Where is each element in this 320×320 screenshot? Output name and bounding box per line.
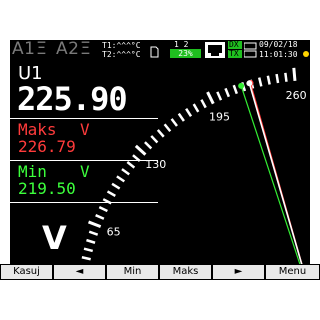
- divider-line: [10, 118, 158, 119]
- gauge-minor-tick: [232, 84, 238, 95]
- min-value: 219.50: [18, 179, 76, 198]
- max-unit: V: [80, 120, 90, 139]
- divider-line: [10, 160, 158, 161]
- gauge-minor-tick: [192, 103, 200, 113]
- gauge-minor-tick: [111, 182, 121, 190]
- gauge-minor-tick: [170, 118, 178, 127]
- gauge-minor-tick: [95, 214, 105, 220]
- battery-percent: 23%: [178, 49, 193, 58]
- gauge-minor-tick: [216, 91, 223, 101]
- gauge-minor-tick: [163, 123, 172, 133]
- power-indicator-icon: [303, 51, 309, 57]
- temperature-t1: T1:^^^°C: [102, 41, 141, 50]
- gauge-major-tick: [134, 144, 147, 156]
- previous-button[interactable]: ◄: [54, 265, 105, 279]
- gauge-tick-label: 65: [107, 226, 121, 239]
- gauge-minor-tick: [116, 175, 126, 183]
- min-unit: V: [80, 162, 90, 181]
- battery-indicator: 23%: [170, 49, 201, 58]
- gauge-minor-tick: [83, 247, 94, 253]
- gauge-minor-tick: [121, 168, 130, 176]
- gauge-minor-tick: [185, 108, 193, 117]
- status-bar: A1 Ξ A2 Ξ T1:^^^°C T2:^^^°C 1 2 23% DX T…: [10, 40, 310, 60]
- gauge-minor-tick: [275, 73, 280, 84]
- gauge-major-tick: [87, 220, 102, 229]
- gauge-major-tick: [206, 91, 215, 105]
- gauge-minor-tick: [126, 161, 136, 169]
- gauge-minor-tick: [81, 256, 91, 261]
- value-needle-tip: [246, 80, 253, 87]
- softkey-bar: Kasuj ◄ Min Maks ► Menu: [0, 264, 320, 280]
- channel-a1-sine-icon: Ξ: [36, 40, 48, 59]
- temperature-t2: T2:^^^°C: [102, 50, 141, 59]
- gauge-scale-labels: 065130195260: [107, 89, 307, 239]
- gauge-tick-label: 195: [209, 110, 230, 123]
- time-display: 11:01:30: [259, 50, 298, 59]
- gauge-major-tick: [292, 67, 297, 82]
- max-needle: [249, 82, 303, 265]
- next-button[interactable]: ►: [213, 265, 264, 279]
- clear-button[interactable]: Kasuj: [1, 265, 52, 279]
- gauge-minor-tick: [224, 87, 230, 98]
- gauge-minor-tick: [257, 77, 263, 87]
- gauge-minor-tick: [144, 141, 153, 150]
- main-reading: 225.90: [17, 80, 128, 118]
- divider-line: [10, 202, 158, 203]
- measurement-panel: 065130195260 U1 225.90 Maks V 226.79 Min…: [10, 60, 310, 265]
- max-button[interactable]: Maks: [160, 265, 211, 279]
- channel-a1-indicator: A1: [12, 40, 36, 59]
- gauge-needles: [238, 79, 303, 265]
- gauge-minor-tick: [86, 238, 96, 244]
- tx-label: TX: [229, 49, 239, 58]
- menu-button[interactable]: Menu: [266, 265, 319, 279]
- gauge-minor-tick: [88, 230, 99, 236]
- date-display: 09/02/18: [259, 40, 298, 49]
- dx-label: DX: [229, 40, 239, 49]
- memory-card-icon: [150, 46, 159, 58]
- gauge-minor-tick: [98, 205, 108, 213]
- meter-screen: A1 Ξ A2 Ξ T1:^^^°C T2:^^^°C 1 2 23% DX T…: [10, 40, 310, 265]
- gauge-minor-tick: [200, 99, 207, 109]
- gauge-tick-label: 260: [286, 89, 307, 102]
- network-icon: [205, 42, 225, 58]
- min-needle-tip: [238, 82, 245, 89]
- meter-device: A1 Ξ A2 Ξ T1:^^^°C T2:^^^°C 1 2 23% DX T…: [0, 0, 320, 320]
- gauge-minor-tick: [284, 72, 288, 82]
- channel-a2-indicator: A2: [56, 40, 80, 59]
- gauge-minor-tick: [106, 190, 116, 197]
- link-icon: [244, 42, 257, 58]
- gauge-minor-tick: [150, 135, 159, 144]
- channel-a2-sine-icon: Ξ: [80, 40, 92, 59]
- gauge-minor-tick: [156, 129, 165, 138]
- gauge-minor-tick: [177, 112, 185, 122]
- gauge-minor-tick: [266, 75, 271, 85]
- min-button[interactable]: Min: [107, 265, 158, 279]
- inputs-indicator: 1 2: [174, 40, 189, 49]
- unit-display: V: [42, 219, 67, 257]
- max-value: 226.79: [18, 137, 76, 156]
